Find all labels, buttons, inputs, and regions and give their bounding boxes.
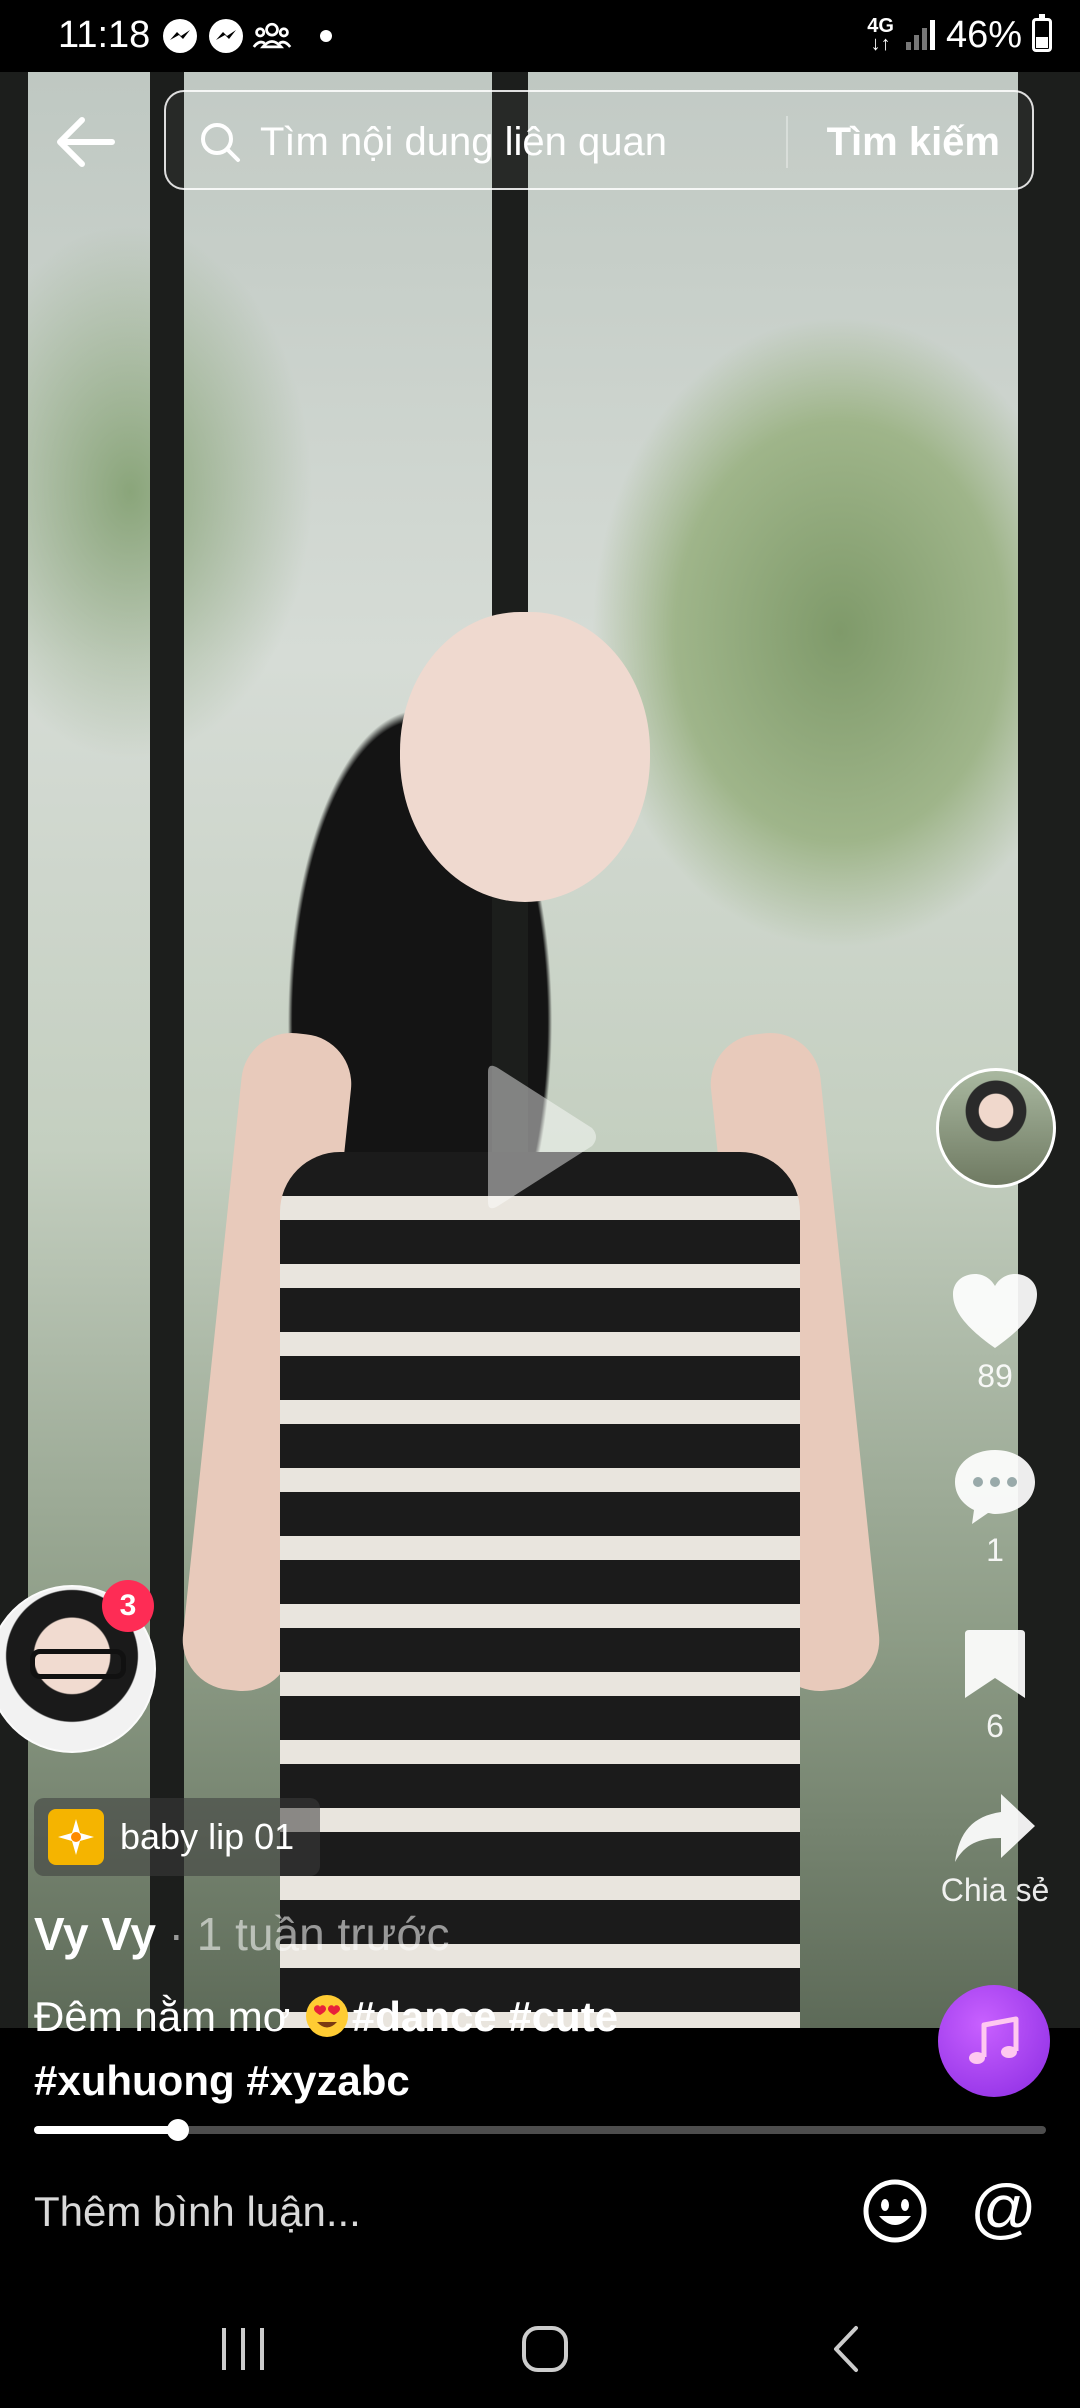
search-icon [201, 123, 240, 162]
caption-line-1: Đêm nằm mơ #dance #cute [34, 1990, 618, 2044]
creator-avatar[interactable] [936, 1068, 1056, 1188]
back-arrow-icon[interactable] [52, 108, 120, 176]
post-time: · 1 tuần trước [155, 1908, 450, 1960]
save-count: 6 [986, 1708, 1004, 1744]
group-icon [252, 22, 292, 49]
status-time: 11:18 [58, 14, 151, 56]
video-person-face [400, 612, 650, 902]
video-progress-fill [34, 2126, 178, 2134]
like-count: 89 [977, 1358, 1013, 1394]
heart-icon [953, 1274, 1037, 1348]
battery-icon [1032, 14, 1052, 52]
notification-badge: 3 [102, 1580, 154, 1632]
messenger-icon [163, 19, 197, 53]
effect-name: baby lip 01 [120, 1816, 295, 1857]
notification-icons [160, 16, 332, 56]
comment-icon [955, 1450, 1035, 1524]
comment-button[interactable]: 1 [920, 1446, 1070, 1570]
author-line: Vy Vy · 1 tuần trước [34, 1906, 450, 1962]
music-note-icon [969, 2016, 1019, 2064]
play-icon[interactable] [480, 1062, 600, 1212]
recent-apps-icon[interactable] [208, 2316, 278, 2382]
video-player[interactable] [0, 72, 1080, 2028]
share-label: Chia sẻ [940, 1872, 1050, 1908]
back-nav-icon[interactable] [812, 2316, 882, 2382]
hashtags-line-1[interactable]: #dance #cute [352, 1993, 618, 2040]
share-icon [955, 1794, 1035, 1862]
search-divider [786, 116, 788, 168]
mention-button[interactable]: @ [970, 2172, 1037, 2244]
messenger-icon [209, 19, 243, 53]
search-input[interactable]: Tìm nội dung liên quan [260, 116, 667, 168]
share-button[interactable]: Chia sẻ [920, 1790, 1070, 1910]
battery-percent: 46% [945, 14, 1022, 56]
search-bar[interactable]: Tìm nội dung liên quan Tìm kiếm [164, 90, 1034, 190]
author-name[interactable]: Vy Vy [34, 1908, 156, 1960]
search-button[interactable]: Tìm kiếm [827, 116, 1000, 168]
glasses-shape [30, 1649, 126, 1679]
sparkle-icon [48, 1809, 104, 1865]
video-progress-bar[interactable] [34, 2119, 1046, 2141]
hashtags-line-2[interactable]: #xuhuong #xyzabc [34, 2054, 410, 2108]
emoji-icon[interactable] [862, 2178, 928, 2244]
system-navigation-bar [0, 2290, 1080, 2408]
save-button[interactable]: 6 [920, 1626, 1070, 1746]
window-frame [150, 72, 184, 2028]
signal-icon [905, 20, 935, 50]
music-disc-button[interactable] [938, 1985, 1050, 2097]
home-icon[interactable] [510, 2316, 580, 2382]
bookmark-icon [965, 1630, 1025, 1698]
network-indicator: 4G ↓↑ [867, 15, 894, 55]
comment-input[interactable]: Thêm bình luận... [34, 2184, 361, 2240]
status-right: 4G ↓↑ 46% [867, 10, 1052, 60]
like-button[interactable]: 89 [920, 1272, 1070, 1396]
notification-dot [320, 30, 332, 42]
comment-count: 1 [986, 1532, 1004, 1568]
effect-chip[interactable]: baby lip 01 [34, 1798, 321, 1876]
status-bar: 11:18 4G ↓↑ 46% [0, 0, 1080, 72]
caption-text: Đêm nằm mơ [34, 1993, 302, 2040]
video-progress-handle[interactable] [166, 2119, 189, 2141]
video-person-dress [280, 1152, 800, 2028]
heart-eyes-emoji-icon [305, 1995, 348, 2037]
